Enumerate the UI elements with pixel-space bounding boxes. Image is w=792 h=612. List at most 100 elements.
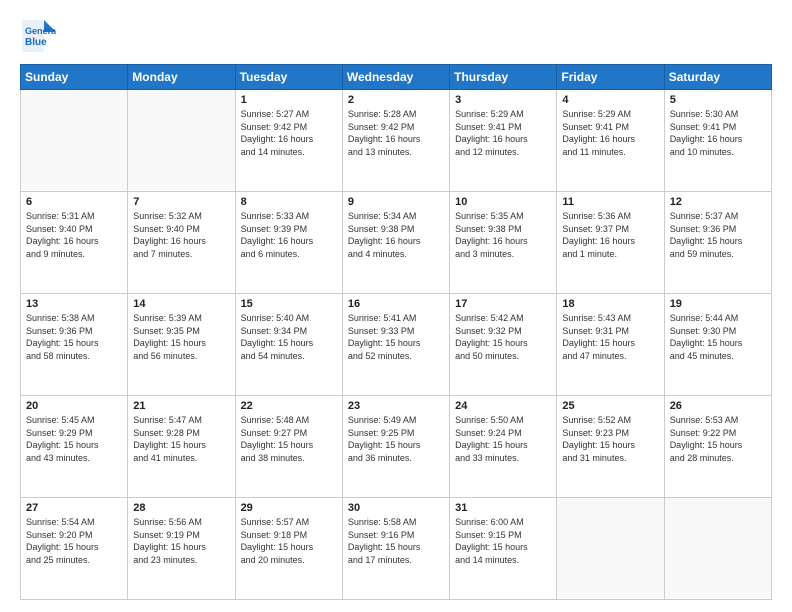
- calendar-cell: 21 Sunrise: 5:47 AM Sunset: 9:28 PM Dayli…: [128, 396, 235, 498]
- day-number: 27: [26, 502, 122, 514]
- calendar-cell: [557, 498, 664, 600]
- day-info: Sunrise: 5:29 AM Sunset: 9:41 PM Dayligh…: [455, 108, 551, 158]
- calendar-table: SundayMondayTuesdayWednesdayThursdayFrid…: [20, 64, 772, 600]
- day-number: 16: [348, 298, 444, 310]
- calendar-cell: 30Sunrise: 5:58 AM Sunset: 9:16 PM Dayli…: [342, 498, 449, 600]
- calendar-week-row: 6 Sunrise: 5:31 AM Sunset: 9:40 PM Daylig…: [21, 192, 772, 294]
- calendar-cell: [21, 90, 128, 192]
- col-header-wednesday: Wednesday: [342, 65, 449, 90]
- col-header-sunday: Sunday: [21, 65, 128, 90]
- calendar-cell: 24Sunrise: 5:50 AM Sunset: 9:24 PM Dayli…: [450, 396, 557, 498]
- day-number: 4: [562, 94, 658, 106]
- day-number: 12: [670, 196, 766, 208]
- day-info: Sunrise: 5:50 AM Sunset: 9:24 PM Dayligh…: [455, 414, 551, 464]
- day-info: Sunrise: 5:38 AM Sunset: 9:36 PM Dayligh…: [26, 312, 122, 362]
- calendar-week-row: 27 Sunrise: 5:54 AM Sunset: 9:20 PM Dayli…: [21, 498, 772, 600]
- day-number: 28: [133, 502, 229, 514]
- day-info: Sunrise: 5:54 AM Sunset: 9:20 PM Dayligh…: [26, 516, 122, 566]
- day-info: Sunrise: 5:37 AM Sunset: 9:36 PM Dayligh…: [670, 210, 766, 260]
- calendar-cell: 22 Sunrise: 5:48 AM Sunset: 9:27 PM Dayli…: [235, 396, 342, 498]
- calendar-cell: [664, 498, 771, 600]
- day-number: 20: [26, 400, 122, 412]
- calendar-cell: 19 Sunrise: 5:44 AM Sunset: 9:30 PM Dayli…: [664, 294, 771, 396]
- day-number: 21: [133, 400, 229, 412]
- calendar-week-row: 1 Sunrise: 5:27 AM Sunset: 9:42 PM Daylig…: [21, 90, 772, 192]
- calendar-cell: 29Sunrise: 5:57 AM Sunset: 9:18 PM Dayli…: [235, 498, 342, 600]
- day-info: Sunrise: 5:48 AM Sunset: 9:27 PM Dayligh…: [241, 414, 337, 464]
- calendar-cell: 10 Sunrise: 5:35 AM Sunset: 9:38 PM Dayli…: [450, 192, 557, 294]
- day-number: 31: [455, 502, 551, 514]
- calendar-cell: 26Sunrise: 5:53 AM Sunset: 9:22 PM Dayli…: [664, 396, 771, 498]
- day-number: 14: [133, 298, 229, 310]
- day-info: Sunrise: 5:36 AM Sunset: 9:37 PM Dayligh…: [562, 210, 658, 260]
- day-info: Sunrise: 5:40 AM Sunset: 9:34 PM Dayligh…: [241, 312, 337, 362]
- day-info: Sunrise: 5:32 AM Sunset: 9:40 PM Dayligh…: [133, 210, 229, 260]
- day-number: 6: [26, 196, 122, 208]
- day-info: Sunrise: 5:27 AM Sunset: 9:42 PM Dayligh…: [241, 108, 337, 158]
- day-number: 30: [348, 502, 444, 514]
- day-number: 11: [562, 196, 658, 208]
- day-number: 25: [562, 400, 658, 412]
- calendar-cell: 27 Sunrise: 5:54 AM Sunset: 9:20 PM Dayli…: [21, 498, 128, 600]
- col-header-thursday: Thursday: [450, 65, 557, 90]
- day-number: 29: [241, 502, 337, 514]
- day-number: 13: [26, 298, 122, 310]
- svg-text:General: General: [25, 26, 56, 36]
- day-info: Sunrise: 5:42 AM Sunset: 9:32 PM Dayligh…: [455, 312, 551, 362]
- day-info: Sunrise: 5:31 AM Sunset: 9:40 PM Dayligh…: [26, 210, 122, 260]
- day-info: Sunrise: 5:35 AM Sunset: 9:38 PM Dayligh…: [455, 210, 551, 260]
- calendar-cell: 11 Sunrise: 5:36 AM Sunset: 9:37 PM Dayli…: [557, 192, 664, 294]
- col-header-saturday: Saturday: [664, 65, 771, 90]
- calendar-cell: 1 Sunrise: 5:27 AM Sunset: 9:42 PM Daylig…: [235, 90, 342, 192]
- calendar-cell: 2Sunrise: 5:28 AM Sunset: 9:42 PM Daylig…: [342, 90, 449, 192]
- calendar-cell: 5 Sunrise: 5:30 AM Sunset: 9:41 PM Daylig…: [664, 90, 771, 192]
- calendar-cell: 6 Sunrise: 5:31 AM Sunset: 9:40 PM Daylig…: [21, 192, 128, 294]
- calendar-cell: 28Sunrise: 5:56 AM Sunset: 9:19 PM Dayli…: [128, 498, 235, 600]
- calendar-week-row: 20 Sunrise: 5:45 AM Sunset: 9:29 PM Dayli…: [21, 396, 772, 498]
- calendar-cell: 13 Sunrise: 5:38 AM Sunset: 9:36 PM Dayli…: [21, 294, 128, 396]
- calendar-cell: 4 Sunrise: 5:29 AM Sunset: 9:41 PM Daylig…: [557, 90, 664, 192]
- page: GeneralBlue SundayMondayTuesdayWednesday…: [0, 0, 792, 612]
- logo: GeneralBlue: [20, 18, 56, 54]
- logo-svg: GeneralBlue: [20, 18, 56, 54]
- day-info: Sunrise: 5:43 AM Sunset: 9:31 PM Dayligh…: [562, 312, 658, 362]
- day-number: 23: [348, 400, 444, 412]
- calendar-cell: 3 Sunrise: 5:29 AM Sunset: 9:41 PM Daylig…: [450, 90, 557, 192]
- calendar-cell: 23 Sunrise: 5:49 AM Sunset: 9:25 PM Dayli…: [342, 396, 449, 498]
- day-number: 19: [670, 298, 766, 310]
- day-number: 5: [670, 94, 766, 106]
- day-info: Sunrise: 5:45 AM Sunset: 9:29 PM Dayligh…: [26, 414, 122, 464]
- day-number: 22: [241, 400, 337, 412]
- logo-wrap: GeneralBlue: [20, 18, 56, 54]
- calendar-cell: 8Sunrise: 5:33 AM Sunset: 9:39 PM Daylig…: [235, 192, 342, 294]
- day-info: Sunrise: 5:52 AM Sunset: 9:23 PM Dayligh…: [562, 414, 658, 464]
- col-header-tuesday: Tuesday: [235, 65, 342, 90]
- day-number: 15: [241, 298, 337, 310]
- calendar-cell: 17 Sunrise: 5:42 AM Sunset: 9:32 PM Dayli…: [450, 294, 557, 396]
- calendar-week-row: 13 Sunrise: 5:38 AM Sunset: 9:36 PM Dayli…: [21, 294, 772, 396]
- day-info: Sunrise: 5:33 AM Sunset: 9:39 PM Dayligh…: [241, 210, 337, 260]
- day-info: Sunrise: 5:34 AM Sunset: 9:38 PM Dayligh…: [348, 210, 444, 260]
- calendar-cell: 7 Sunrise: 5:32 AM Sunset: 9:40 PM Daylig…: [128, 192, 235, 294]
- calendar-cell: 18 Sunrise: 5:43 AM Sunset: 9:31 PM Dayli…: [557, 294, 664, 396]
- day-info: Sunrise: 5:49 AM Sunset: 9:25 PM Dayligh…: [348, 414, 444, 464]
- day-number: 7: [133, 196, 229, 208]
- day-info: Sunrise: 5:41 AM Sunset: 9:33 PM Dayligh…: [348, 312, 444, 362]
- calendar-cell: 12 Sunrise: 5:37 AM Sunset: 9:36 PM Dayli…: [664, 192, 771, 294]
- calendar-cell: 15 Sunrise: 5:40 AM Sunset: 9:34 PM Dayli…: [235, 294, 342, 396]
- calendar-cell: 9Sunrise: 5:34 AM Sunset: 9:38 PM Daylig…: [342, 192, 449, 294]
- day-number: 17: [455, 298, 551, 310]
- day-number: 26: [670, 400, 766, 412]
- day-number: 3: [455, 94, 551, 106]
- day-info: Sunrise: 5:29 AM Sunset: 9:41 PM Dayligh…: [562, 108, 658, 158]
- day-info: Sunrise: 5:30 AM Sunset: 9:41 PM Dayligh…: [670, 108, 766, 158]
- col-header-friday: Friday: [557, 65, 664, 90]
- day-info: Sunrise: 5:47 AM Sunset: 9:28 PM Dayligh…: [133, 414, 229, 464]
- calendar-cell: 25 Sunrise: 5:52 AM Sunset: 9:23 PM Dayli…: [557, 396, 664, 498]
- day-number: 18: [562, 298, 658, 310]
- day-info: Sunrise: 5:44 AM Sunset: 9:30 PM Dayligh…: [670, 312, 766, 362]
- day-number: 10: [455, 196, 551, 208]
- day-number: 1: [241, 94, 337, 106]
- day-info: Sunrise: 6:00 AM Sunset: 9:15 PM Dayligh…: [455, 516, 551, 566]
- col-header-monday: Monday: [128, 65, 235, 90]
